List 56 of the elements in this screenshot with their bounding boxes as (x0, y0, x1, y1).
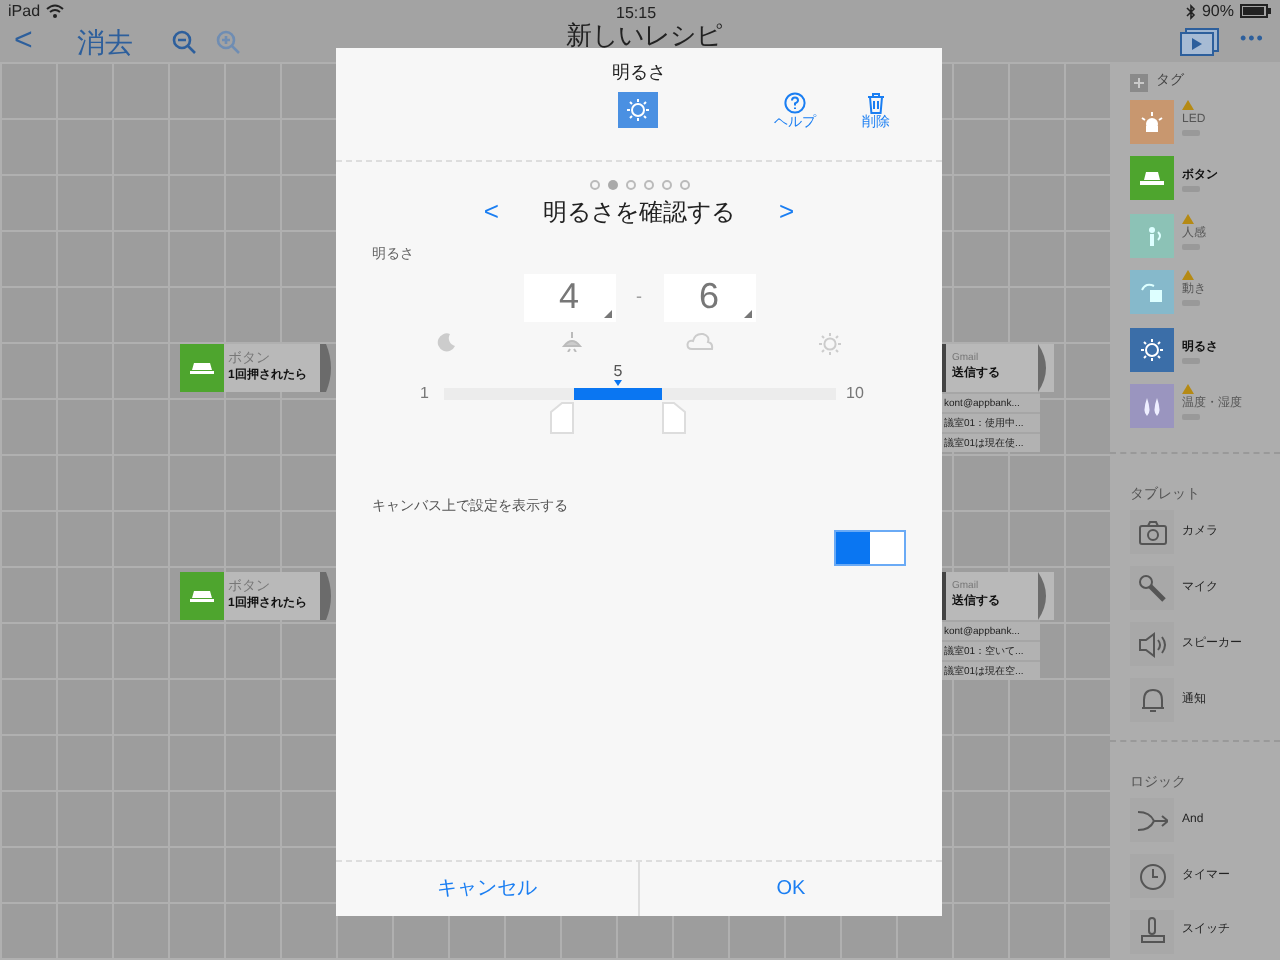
value-field[interactable]: 4 (523, 273, 615, 321)
cloud-icon (686, 331, 715, 349)
corner-triangle-icon (603, 309, 611, 317)
tag-glyph-icon (1140, 166, 1164, 191)
zoom-in-icon[interactable] (216, 30, 241, 54)
page-heading: 明るさを確認する (543, 196, 735, 230)
plus-icon (1130, 73, 1148, 92)
microphone-icon (1137, 573, 1167, 604)
recipe-title: 新しいレシピ (566, 22, 722, 50)
tag-glyph-icon (1140, 337, 1164, 362)
ok-button[interactable]: OK (638, 862, 942, 916)
tag-glyph-icon (1140, 394, 1164, 419)
zoom-out-icon[interactable] (172, 30, 197, 54)
value-field[interactable]: 6 (663, 273, 755, 321)
wifi-icon (46, 4, 65, 18)
tag-glyph-icon (1140, 109, 1164, 134)
marker-triangle-icon (614, 379, 623, 385)
device-name: iPad (8, 0, 41, 23)
battery-percent: 90% (1201, 0, 1234, 23)
range-separator: - (634, 283, 644, 310)
connector-icon (320, 344, 336, 392)
clear-button[interactable]: 消去 (76, 28, 133, 56)
button-icon (190, 362, 214, 374)
slider-min-label: 1 (420, 381, 429, 405)
slider-handle[interactable] (661, 401, 686, 433)
connector-icon (320, 572, 336, 620)
help-icon (784, 92, 806, 114)
next-button[interactable]: > (779, 192, 795, 232)
slider-handle[interactable] (550, 401, 575, 433)
back-button[interactable]: < (14, 26, 33, 58)
more-button[interactable]: ••• (1240, 26, 1265, 53)
bluetooth-icon (1185, 3, 1196, 19)
dialog-title: 明るさ (610, 60, 668, 86)
lamp-icon (559, 331, 584, 351)
corner-triangle-icon (743, 309, 751, 317)
clock-icon (1137, 861, 1167, 892)
trash-icon (866, 92, 886, 114)
camera-icon (1137, 517, 1167, 548)
slider-max-label: 10 (846, 381, 864, 405)
button-icon (190, 590, 214, 602)
battery-icon (1240, 4, 1272, 18)
switch-lever-icon (1137, 916, 1167, 947)
sun-outline-icon (817, 331, 842, 355)
slideshow-icon[interactable] (1180, 28, 1220, 56)
tag-glyph-icon (1140, 280, 1164, 305)
cancel-button[interactable]: キャンセル (336, 862, 638, 916)
merge-arrow-icon (1137, 805, 1167, 836)
display-toggle[interactable] (834, 530, 906, 566)
sun-icon (626, 98, 650, 122)
slider-fill (574, 387, 662, 399)
previous-button[interactable]: < (483, 192, 499, 232)
speaker-icon (1137, 629, 1167, 660)
clock-time: 15:15 (616, 2, 657, 26)
bell-icon (1137, 685, 1167, 716)
moon-icon (436, 331, 456, 351)
current-marker: 5 (608, 361, 629, 385)
